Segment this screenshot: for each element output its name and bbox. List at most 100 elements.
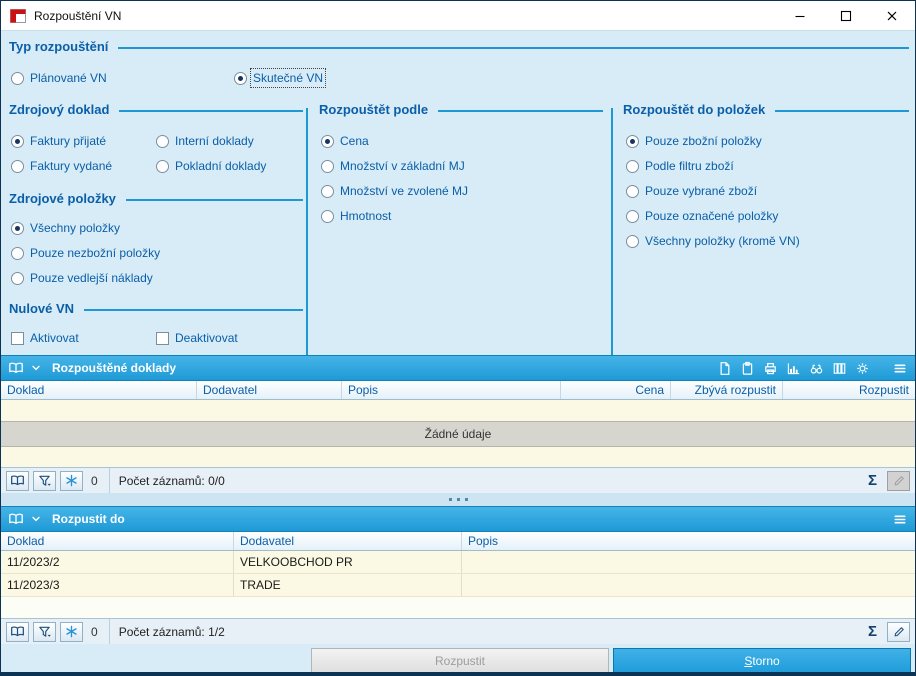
radio-label: Plánované VN bbox=[30, 71, 107, 85]
radio-pouze-vybrane-zbozi[interactable]: Pouze vybrané zboží bbox=[626, 183, 757, 199]
column-header-popis[interactable]: Popis bbox=[342, 381, 561, 399]
column-header-dodavatel[interactable]: Dodavatel bbox=[197, 381, 342, 399]
clipboard-icon[interactable] bbox=[740, 361, 755, 376]
close-icon bbox=[887, 11, 897, 20]
heading-rule bbox=[84, 308, 303, 311]
print-icon[interactable] bbox=[763, 361, 778, 376]
section-typ-rozpousteni: Typ rozpouštění bbox=[9, 38, 909, 54]
storno-button[interactable]: Storno bbox=[613, 648, 911, 674]
filter-icon[interactable] bbox=[33, 621, 56, 642]
menu-icon[interactable] bbox=[892, 361, 908, 376]
section-heading: Rozpouštět podle bbox=[319, 101, 429, 117]
cell-dodavatel: VELKOOBCHOD PR bbox=[234, 551, 462, 573]
radio-indicator bbox=[156, 134, 169, 148]
menu-icon[interactable] bbox=[892, 512, 908, 527]
radio-faktury-prijate[interactable]: Faktury přijaté bbox=[11, 133, 106, 149]
column-header-cena[interactable]: Cena bbox=[561, 381, 671, 399]
radio-label: Pouze nezbožní položky bbox=[30, 246, 161, 260]
grid1-no-data-text: Žádné údaje bbox=[1, 421, 915, 447]
grid2-footer: 0 Počet záznamů: 1/2 Σ bbox=[1, 618, 915, 644]
maximize-button[interactable] bbox=[823, 1, 869, 30]
book-icon[interactable] bbox=[6, 621, 29, 642]
grid2-titlebar: Rozpustit do bbox=[1, 506, 915, 532]
column-header-doklad[interactable]: Doklad bbox=[1, 532, 234, 550]
checkbox-indicator bbox=[11, 331, 24, 345]
book-icon[interactable] bbox=[8, 360, 24, 376]
section-rozpoustet-podle: Rozpouštět podle bbox=[319, 101, 603, 117]
record-count: Počet záznamů: 0/0 bbox=[108, 468, 225, 493]
radio-hmotnost[interactable]: Hmotnost bbox=[321, 208, 391, 224]
radio-indicator bbox=[156, 159, 169, 173]
radio-podle-filtru-zbozi[interactable]: Podle filtru zboží bbox=[626, 158, 734, 174]
rozpustit-button[interactable]: Rozpustit bbox=[311, 648, 609, 674]
snowflake-icon[interactable] bbox=[60, 470, 83, 491]
app-icon[interactable] bbox=[10, 8, 26, 24]
column-header-popis[interactable]: Popis bbox=[462, 532, 915, 550]
radio-mnozstvi-zakladni-mj[interactable]: Množství v základní MJ bbox=[321, 158, 465, 174]
radio-faktury-vydane[interactable]: Faktury vydané bbox=[11, 158, 112, 174]
radio-vsechny-polozky-krome-vn[interactable]: Všechny položky (kromě VN) bbox=[626, 233, 800, 249]
edit-button[interactable] bbox=[887, 470, 910, 491]
search-icon[interactable] bbox=[809, 361, 824, 376]
radio-mnozstvi-zvolene-mj[interactable]: Množství ve zvolené MJ bbox=[321, 183, 468, 199]
grid1-rows-area bbox=[1, 447, 915, 467]
section-heading: Typ rozpouštění bbox=[9, 38, 109, 54]
filter-icon[interactable] bbox=[33, 470, 56, 491]
radio-label: Hmotnost bbox=[340, 209, 392, 223]
chart-icon[interactable] bbox=[786, 361, 801, 376]
radio-label: Pouze zbožní položky bbox=[645, 134, 762, 148]
sum-button[interactable]: Σ bbox=[865, 471, 880, 491]
radio-planovane-vn[interactable]: Plánované VN bbox=[11, 70, 107, 86]
book-icon[interactable] bbox=[6, 470, 29, 491]
table-row[interactable]: 11/2023/2 VELKOOBCHOD PR bbox=[1, 551, 915, 574]
heading-rule bbox=[775, 109, 909, 112]
button-label: Storno bbox=[744, 654, 780, 668]
section-zdrojove-polozky: Zdrojové položky bbox=[9, 190, 303, 206]
grid1-title: Rozpouštěné doklady bbox=[52, 361, 177, 375]
radio-vsechny-polozky[interactable]: Všechny položky bbox=[11, 220, 120, 236]
radio-cena[interactable]: Cena bbox=[321, 133, 369, 149]
radio-indicator bbox=[11, 134, 24, 148]
radio-pouze-zbozni-polozky[interactable]: Pouze zbožní položky bbox=[626, 133, 762, 149]
radio-pouze-nezbozni-polozky[interactable]: Pouze nezbožní položky bbox=[11, 245, 160, 261]
sum-button[interactable]: Σ bbox=[865, 622, 880, 642]
splitter-dot bbox=[448, 498, 452, 501]
radio-interni-doklady[interactable]: Interní doklady bbox=[156, 133, 254, 149]
book-icon[interactable] bbox=[8, 511, 24, 527]
radio-indicator bbox=[626, 184, 639, 198]
cell-popis bbox=[462, 574, 915, 596]
column-header-zbyva-rozpustit[interactable]: Zbývá rozpustit bbox=[671, 381, 783, 399]
maximize-icon bbox=[840, 10, 852, 21]
snowflake-icon[interactable] bbox=[60, 621, 83, 642]
splitter-handle[interactable] bbox=[1, 493, 915, 506]
radio-label: Pouze vybrané zboží bbox=[645, 184, 758, 198]
column-header-dodavatel[interactable]: Dodavatel bbox=[234, 532, 462, 550]
settings-icon[interactable] bbox=[855, 361, 870, 376]
columns-icon[interactable] bbox=[832, 361, 847, 376]
grid-rozpoustene-doklady: Rozpouštěné doklady Doklad Dodavatel Pop… bbox=[1, 355, 915, 493]
checkbox-deaktivovat[interactable]: Deaktivovat bbox=[156, 330, 238, 346]
radio-indicator bbox=[11, 246, 24, 260]
radio-pokladni-doklady[interactable]: Pokladní doklady bbox=[156, 158, 266, 174]
radio-skutecne-vn[interactable]: Skutečné VN bbox=[234, 68, 327, 88]
table-row[interactable]: 11/2023/3 TRADE bbox=[1, 574, 915, 597]
radio-indicator bbox=[11, 159, 24, 173]
chevron-down-icon[interactable] bbox=[29, 361, 43, 375]
radio-pouze-oznacene-polozky[interactable]: Pouze označené položky bbox=[626, 208, 778, 224]
column-header-rozpustit[interactable]: Rozpustit bbox=[783, 381, 915, 399]
frozen-count: 0 bbox=[91, 624, 98, 639]
edit-button[interactable] bbox=[887, 621, 910, 642]
chevron-down-icon[interactable] bbox=[29, 512, 43, 526]
checkbox-aktivovat[interactable]: Aktivovat bbox=[11, 330, 79, 346]
heading-rule bbox=[118, 46, 909, 49]
section-heading: Rozpouštět do položek bbox=[623, 101, 766, 117]
grid2-empty-area bbox=[1, 597, 915, 618]
radio-pouze-vedlejsi-naklady[interactable]: Pouze vedlejší náklady bbox=[11, 270, 153, 286]
close-button[interactable] bbox=[869, 1, 915, 30]
new-document-icon[interactable] bbox=[717, 361, 732, 376]
minimize-button[interactable] bbox=[777, 1, 823, 30]
radio-label: Faktury vydané bbox=[30, 159, 113, 173]
radio-indicator bbox=[626, 159, 639, 173]
column-header-doklad[interactable]: Doklad bbox=[1, 381, 197, 399]
heading-rule bbox=[438, 109, 603, 112]
